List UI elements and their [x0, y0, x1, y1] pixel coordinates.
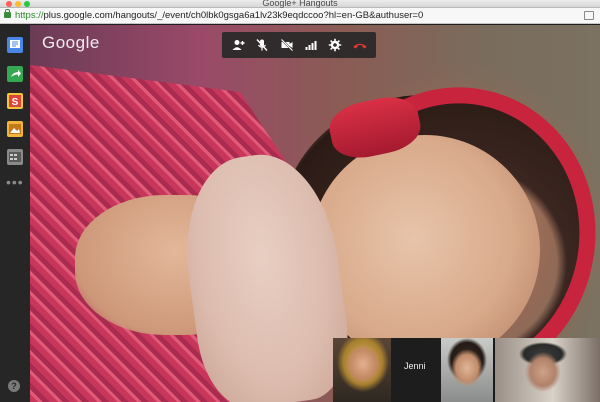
settings-gear-icon[interactable] [326, 36, 344, 54]
address-bar[interactable]: https://plus.google.com/hangouts/_/event… [0, 8, 600, 24]
mute-mic-icon[interactable] [253, 36, 271, 54]
participant-thumbnail[interactable] [495, 338, 600, 402]
more-apps-icon[interactable]: ••• [6, 175, 24, 189]
window-titlebar: Google+ Hangouts [0, 0, 600, 8]
help-icon[interactable]: ? [8, 380, 20, 392]
window-icon[interactable] [584, 11, 594, 20]
hang-up-icon[interactable] [351, 36, 369, 54]
url-scheme: https:// [15, 10, 44, 21]
participant-strip: Jenni [333, 338, 600, 402]
url-path: plus.google.com/hangouts/_/event/ch0lbk0… [43, 10, 424, 21]
video-app-icon[interactable] [7, 149, 23, 165]
chat-icon[interactable] [7, 37, 23, 53]
camera-off-icon[interactable] [278, 36, 296, 54]
participant-thumbnail[interactable] [333, 338, 391, 402]
bandwidth-icon[interactable] [302, 36, 320, 54]
window-title: Google+ Hangouts [262, 0, 338, 8]
call-control-bar [222, 32, 376, 58]
share-screen-icon[interactable] [7, 66, 23, 82]
slides-app-icon[interactable]: S [7, 93, 23, 109]
hangouts-app-sidebar: S ••• ? [0, 25, 30, 402]
participant-thumbnail-jenni[interactable]: Jenni [391, 338, 441, 402]
add-person-icon[interactable] [229, 36, 247, 54]
photo-app-icon[interactable] [7, 121, 23, 137]
participant-name-jenni: Jenni [404, 361, 426, 371]
lock-icon [4, 9, 11, 18]
slides-letter: S [11, 97, 19, 108]
participant-thumbnail[interactable] [441, 338, 493, 402]
url-text[interactable]: https://plus.google.com/hangouts/_/event… [15, 10, 423, 22]
google-logo: Google [42, 33, 100, 52]
